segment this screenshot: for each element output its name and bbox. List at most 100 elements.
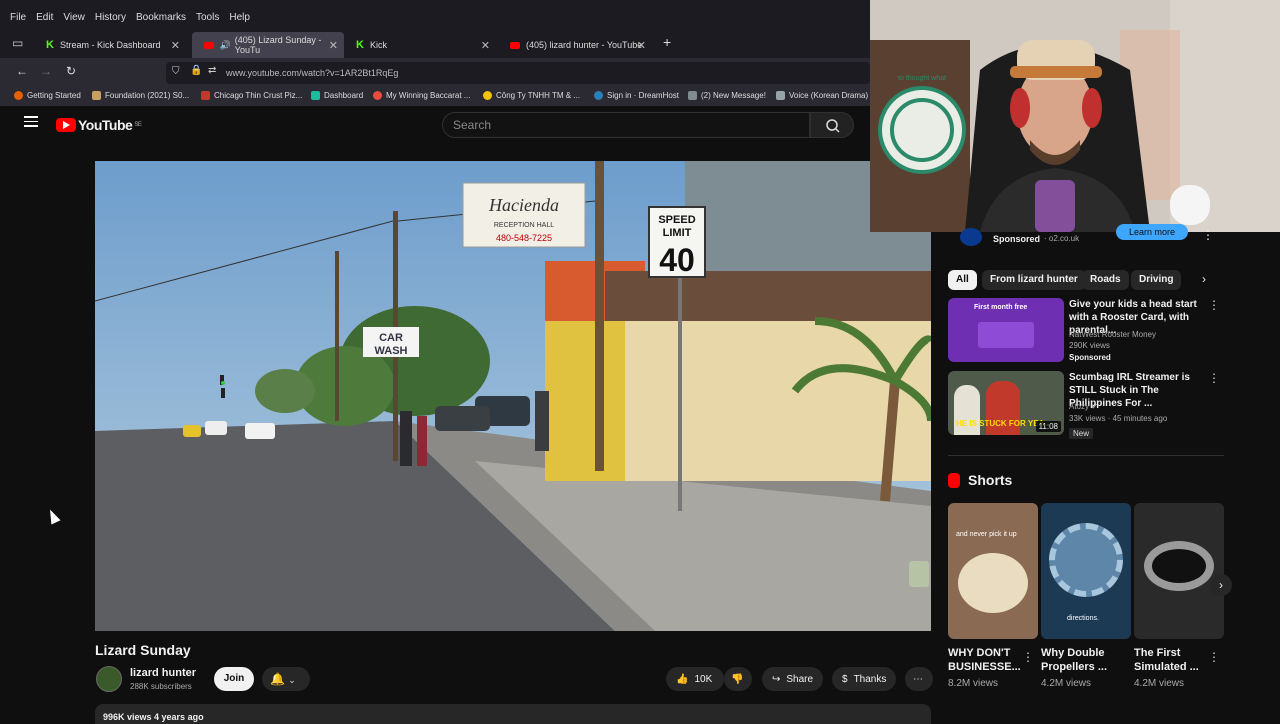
- sponsored-label: Sponsored: [993, 234, 1041, 244]
- more-vertical-icon[interactable]: ⋮: [1208, 298, 1220, 312]
- bookmark-item[interactable]: Chicago Thin Crust Piz...: [201, 91, 302, 100]
- like-button[interactable]: 👍 10K: [666, 667, 724, 691]
- short-thumbnail[interactable]: [1134, 503, 1224, 639]
- learn-more-button[interactable]: Learn more: [1116, 224, 1188, 240]
- short-thumbnail[interactable]: and never pick it up: [948, 503, 1038, 639]
- bookmark-item[interactable]: Dashboard: [311, 91, 363, 100]
- chevron-right-icon[interactable]: ›: [1202, 272, 1206, 286]
- shield-icon[interactable]: ⛉: [172, 66, 180, 77]
- youtube-favicon-icon: [510, 41, 520, 49]
- short-thumbnail[interactable]: directions.: [1041, 503, 1131, 639]
- subscriber-count: 288K subscribers: [130, 682, 192, 691]
- search-input[interactable]: Search: [442, 112, 810, 138]
- view-count-date: 996K views 4 years ago: [103, 712, 204, 722]
- chip-roads[interactable]: Roads: [1082, 270, 1129, 290]
- dislike-button[interactable]: 👎: [724, 667, 752, 691]
- video-player[interactable]: Hacienda RECEPTION HALL 480-548-7225 SPE…: [95, 161, 931, 631]
- youtube-logo[interactable]: YouTube SE: [56, 117, 142, 133]
- video-description-box[interactable]: 996K views 4 years ago: [95, 704, 931, 724]
- short-title[interactable]: The First Simulated ...: [1134, 646, 1214, 674]
- forward-arrow-icon[interactable]: →: [40, 64, 52, 78]
- tab-lizard-sunday[interactable]: 🔊 (405) Lizard Sunday - YouTu ✕: [192, 32, 344, 58]
- bookmark-favicon-icon: [14, 91, 23, 100]
- bookmark-item[interactable]: Foundation (2021) S0...: [92, 91, 189, 100]
- recommendation-item[interactable]: First month free Give your kids a head s…: [948, 298, 1224, 364]
- reload-icon[interactable]: ↻: [66, 64, 76, 78]
- bookmark-item[interactable]: (2) New Message!: [688, 91, 766, 100]
- shorts-next-chevron-icon[interactable]: ›: [1210, 574, 1232, 596]
- close-icon[interactable]: ✕: [481, 39, 490, 52]
- tab-kick[interactable]: K Kick ✕: [344, 32, 496, 58]
- bookmark-item[interactable]: Sign in · DreamHost: [594, 91, 679, 100]
- bell-icon: 🔔: [270, 672, 285, 686]
- recommendation-views: 33K views · 45 minutes ago: [1069, 414, 1168, 423]
- tab-title: Kick: [369, 40, 387, 50]
- lock-icon[interactable]: 🔒: [190, 65, 202, 76]
- more-vertical-icon[interactable]: ⋮: [1202, 228, 1214, 242]
- thanks-icon: $: [842, 673, 848, 685]
- browser-menubar: File Edit View History Bookmarks Tools H…: [0, 0, 870, 34]
- menu-file[interactable]: File: [10, 12, 26, 23]
- carwash-sign-line2: WASH: [375, 345, 408, 357]
- menu-view[interactable]: View: [63, 12, 85, 23]
- chip-from-lizard-hunter[interactable]: From lizard hunter: [982, 270, 1086, 290]
- short-title[interactable]: Why Double Propellers ...: [1041, 646, 1121, 674]
- more-actions-button[interactable]: ⋯: [905, 667, 933, 691]
- back-arrow-icon[interactable]: ←: [16, 64, 28, 78]
- speaker-icon[interactable]: 🔊: [220, 40, 231, 51]
- bookmark-favicon-icon: [373, 91, 382, 100]
- short-title[interactable]: WHY DON'T BUSINESSE...: [948, 646, 1028, 674]
- hamburger-menu-icon[interactable]: [24, 113, 38, 130]
- new-tab-plus-icon[interactable]: +: [663, 34, 671, 50]
- search-icon: [826, 119, 840, 133]
- tab-lizard-hunter[interactable]: (405) lizard hunter - YouTube ✕: [498, 32, 652, 58]
- notification-bell-button[interactable]: 🔔 ⌄: [262, 667, 310, 691]
- bookmarks-bar: Getting Started Foundation (2021) S0... …: [0, 86, 870, 106]
- tab-list-icon[interactable]: ▭: [12, 36, 23, 50]
- close-icon[interactable]: ✕: [329, 39, 338, 52]
- thumbs-up-icon: 👍: [676, 673, 689, 685]
- bookmark-favicon-icon: [92, 91, 101, 100]
- menu-bookmarks[interactable]: Bookmarks: [136, 12, 186, 23]
- share-button[interactable]: ↪ Share: [762, 667, 824, 691]
- youtube-play-icon: [56, 118, 76, 132]
- menu-help[interactable]: Help: [229, 12, 250, 23]
- tab-title: (405) lizard hunter - YouTube: [526, 40, 643, 50]
- sponsored-ad-strip[interactable]: Sponsored · o2.co.uk Learn more ⋮: [948, 224, 1224, 250]
- menu-edit[interactable]: Edit: [36, 12, 53, 23]
- short-views: 4.2M views: [1134, 678, 1185, 689]
- speed-sign-mid: LIMIT: [663, 227, 692, 239]
- search-button[interactable]: [810, 112, 854, 138]
- recommendation-thumbnail[interactable]: HE IS STUCK FOR YEA 11:08: [948, 371, 1064, 435]
- bookmark-item[interactable]: Công Ty TNHH TM & ...: [483, 91, 580, 100]
- tab-title: (405) Lizard Sunday - YouTu: [234, 35, 322, 55]
- channel-avatar[interactable]: [96, 666, 122, 692]
- more-vertical-icon[interactable]: ⋮: [1208, 650, 1220, 664]
- url-bar[interactable]: ⛉ 🔒 ⇄ www.youtube.com/watch?v=1AR2Bt1RqE…: [166, 62, 870, 84]
- menu-history[interactable]: History: [95, 12, 126, 23]
- more-horizontal-icon: ⋯: [913, 673, 923, 685]
- more-vertical-icon[interactable]: ⋮: [1022, 650, 1034, 664]
- recommendation-thumbnail[interactable]: First month free: [948, 298, 1064, 362]
- thumbs-down-icon: 👎: [731, 673, 744, 685]
- close-icon[interactable]: ✕: [171, 39, 180, 52]
- bookmark-item[interactable]: My Winning Baccarat ...: [373, 91, 470, 100]
- tab-kick-dashboard[interactable]: K Stream - Kick Dashboard ✕: [34, 32, 186, 58]
- recommendation-channel: Atozy ✔: [1069, 402, 1098, 411]
- hacienda-sign-phone: 480-548-7225: [496, 233, 552, 243]
- short-views: 8.2M views: [948, 678, 999, 689]
- chip-driving[interactable]: Driving: [1131, 270, 1182, 290]
- bookmark-item[interactable]: Voice (Korean Drama) ...: [776, 91, 870, 100]
- channel-name[interactable]: lizard hunter: [130, 667, 196, 679]
- menu-tools[interactable]: Tools: [196, 12, 219, 23]
- join-button[interactable]: Join: [214, 667, 254, 691]
- recommendation-item[interactable]: HE IS STUCK FOR YEA 11:08 Scumbag IRL St…: [948, 371, 1224, 439]
- close-icon[interactable]: ✕: [637, 39, 646, 52]
- permissions-icon[interactable]: ⇄: [208, 65, 216, 76]
- more-vertical-icon[interactable]: ⋮: [1208, 371, 1220, 385]
- thanks-button[interactable]: $ Thanks: [832, 667, 897, 691]
- bookmark-item[interactable]: Getting Started: [14, 91, 81, 100]
- mouse-cursor-icon: [45, 507, 61, 525]
- bookmark-favicon-icon: [594, 91, 603, 100]
- chip-all[interactable]: All: [948, 270, 977, 290]
